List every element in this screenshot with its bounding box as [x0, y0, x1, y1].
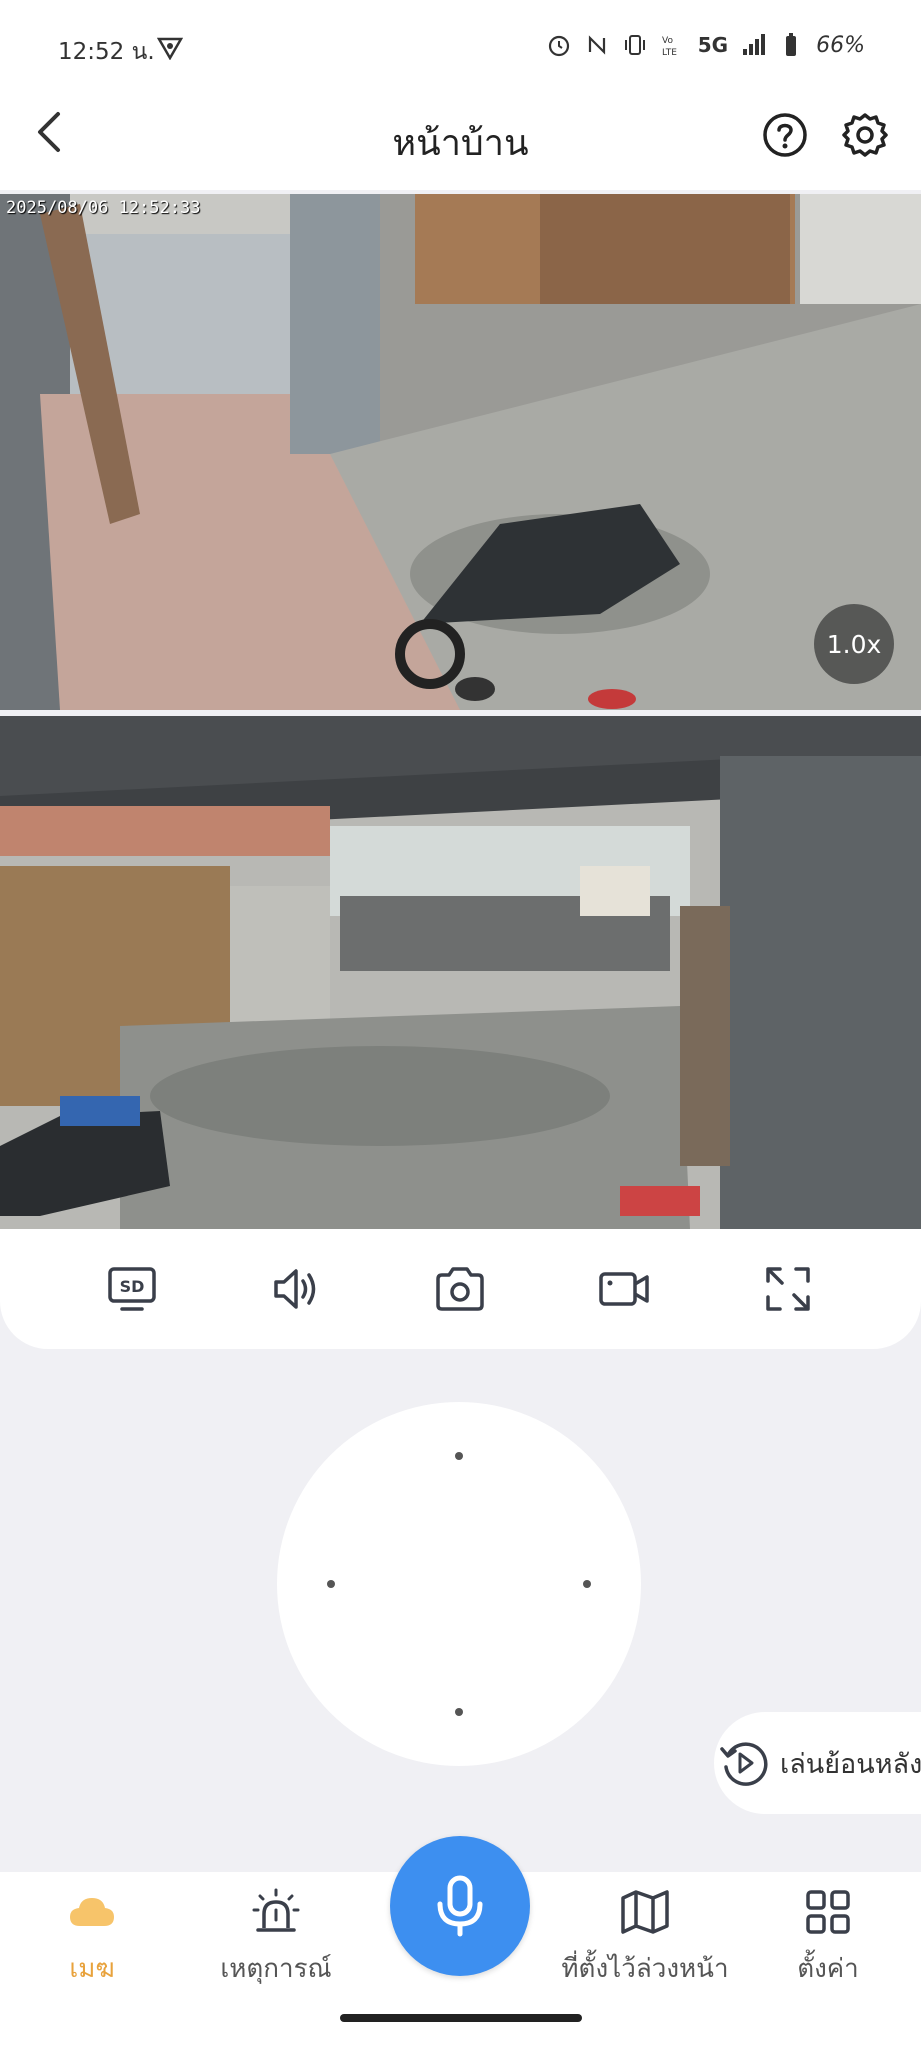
volte-icon: Vo LTE — [662, 36, 677, 58]
status-bar: 12:52 น. Vo LTE 5G 66% — [0, 0, 921, 90]
replay-icon — [720, 1742, 768, 1786]
network-type: 5G — [697, 33, 729, 57]
vpn-shield-icon — [157, 37, 183, 60]
video-camera-icon — [599, 1272, 649, 1306]
settings-button[interactable] — [840, 110, 890, 160]
camera-feed-primary[interactable]: 2025/08/06 12:52:33 — [0, 194, 921, 710]
grid-icon — [806, 1890, 850, 1934]
nav-tab-settings[interactable]: ตั้งค่า — [778, 1872, 878, 1992]
nav-label-settings: ตั้งค่า — [797, 1954, 859, 1984]
video-timestamp: 2025/08/06 12:52:33 — [6, 198, 201, 218]
ptz-right[interactable] — [583, 1580, 591, 1588]
fullscreen-button[interactable] — [750, 1251, 826, 1327]
volume-button[interactable] — [258, 1251, 334, 1327]
nav-label-cloud: เมฆ — [69, 1954, 115, 1984]
speaker-icon — [274, 1269, 316, 1309]
home-indicator[interactable] — [340, 2014, 582, 2022]
ptz-up[interactable] — [455, 1452, 463, 1460]
alarm-icon — [252, 1888, 300, 1932]
map-icon — [621, 1890, 669, 1934]
status-icons: Vo LTE 5G 66% — [546, 32, 865, 58]
nav-tab-cloud[interactable]: เมฆ — [42, 1872, 142, 1992]
zoom-level-badge[interactable]: 1.0x — [814, 604, 894, 684]
talk-microphone-button[interactable] — [390, 1836, 530, 1976]
ptz-left[interactable] — [327, 1580, 335, 1588]
ptz-down[interactable] — [455, 1708, 463, 1716]
svg-text:Vo: Vo — [662, 36, 673, 46]
video-controls-toolbar: SD — [0, 1229, 921, 1349]
sd-quality-icon: SD — [108, 1267, 156, 1311]
sd-label: SD — [120, 1277, 145, 1296]
record-button[interactable] — [586, 1251, 662, 1327]
ptz-joystick[interactable] — [277, 1402, 641, 1766]
playback-label: เล่นย้อนหลัง — [780, 1748, 921, 1780]
microphone-icon — [437, 1875, 483, 1937]
sd-quality-button[interactable]: SD — [94, 1251, 170, 1327]
svg-text:LTE: LTE — [662, 48, 677, 58]
battery-percent: 66% — [816, 32, 865, 58]
cloud-icon — [70, 1898, 114, 1926]
status-time: 12:52 น. — [58, 39, 155, 65]
camera-image-driveway — [0, 716, 921, 1229]
nfc-icon — [588, 35, 605, 55]
signal-icon — [743, 34, 766, 55]
nav-label-events: เหตุการณ์ — [220, 1954, 332, 1984]
snapshot-button[interactable] — [422, 1251, 498, 1327]
nav-tab-presets[interactable]: ที่ตั้งไว้ล่วงหน้า — [548, 1872, 742, 1992]
camera-image-porch — [0, 194, 921, 710]
gear-icon — [842, 113, 888, 157]
nav-label-presets: ที่ตั้งไว้ล่วงหน้า — [561, 1954, 729, 1984]
battery-icon — [786, 33, 797, 56]
nav-tab-events[interactable]: เหตุการณ์ — [196, 1872, 356, 1992]
app-header: หน้าบ้าน — [0, 90, 921, 190]
playback-button[interactable]: เล่นย้อนหลัง — [714, 1712, 921, 1814]
help-button[interactable] — [760, 110, 810, 160]
camera-feed-secondary[interactable] — [0, 716, 921, 1229]
expand-icon — [766, 1267, 810, 1311]
vibrate-icon — [624, 35, 645, 55]
help-icon — [763, 113, 807, 157]
camera-icon — [436, 1267, 484, 1311]
alarm-clock-icon — [548, 35, 569, 57]
